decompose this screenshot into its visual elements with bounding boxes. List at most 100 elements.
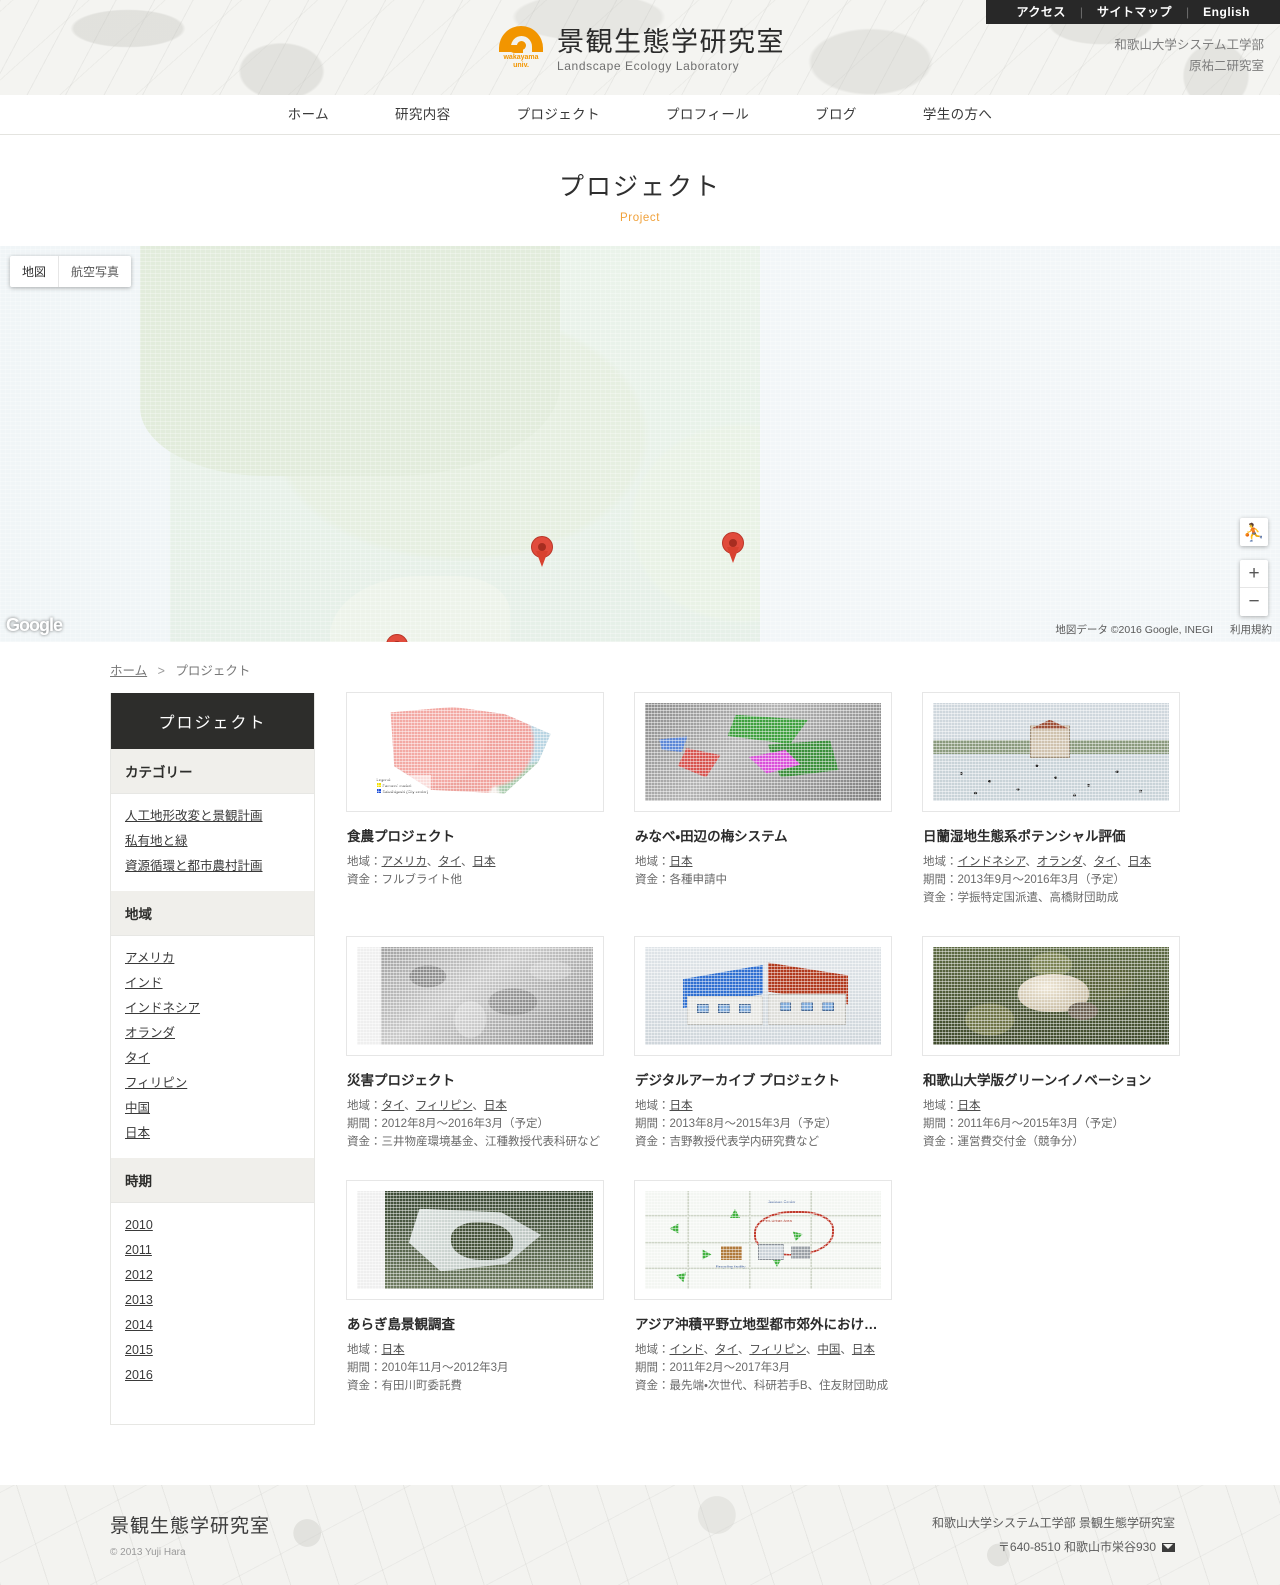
page-subtitle: Project: [0, 212, 1280, 224]
project-card-4[interactable]: デジタルアーカイブ プロジェクト 地域：日本 期間：2013年8月〜2015年3…: [635, 937, 915, 1151]
project-region-2-3[interactable]: 日本: [1128, 856, 1151, 868]
sidebar-item-region-2[interactable]: インドネシア: [125, 996, 300, 1021]
nav-item-research[interactable]: 研究内容: [362, 95, 484, 135]
nav-item-profile[interactable]: プロフィール: [633, 95, 782, 135]
project-card-6[interactable]: あらぎ島景観調査 地域：日本 期間：2010年11月〜2012年3月 資金：有田…: [347, 1181, 627, 1395]
project-thumbnail-green-innovation[interactable]: [923, 937, 1179, 1055]
project-region-5-0[interactable]: 日本: [958, 1100, 981, 1112]
nav-item-blog[interactable]: ブログ: [782, 95, 890, 135]
project-region-0-2[interactable]: 日本: [472, 856, 495, 868]
project-thumbnail-food-agriculture[interactable]: Legend: Farmers' market Sakaihigashi (Ci…: [347, 693, 603, 811]
mail-icon[interactable]: [1162, 1543, 1175, 1552]
sidebar-item-region-6[interactable]: 中国: [125, 1096, 300, 1121]
project-region-7-2[interactable]: フィリピン: [749, 1344, 806, 1356]
sidebar-item-region-7[interactable]: 日本: [125, 1121, 300, 1146]
project-region-row-4: 地域：日本: [635, 1097, 915, 1115]
utilnav-sitemap[interactable]: サイトマップ: [1083, 0, 1186, 24]
sidebar-item-region-3[interactable]: オランダ: [125, 1021, 300, 1046]
project-region-3-0[interactable]: タイ: [382, 1100, 405, 1112]
sidebar-item-period-2012[interactable]: 2012: [125, 1263, 300, 1288]
footer-right: 和歌山大学システム工学部 景観生態学研究室 〒640-8510 和歌山市栄谷93…: [932, 1511, 1175, 1559]
project-region-7-1[interactable]: タイ: [715, 1344, 738, 1356]
project-card-3[interactable]: 災害プロジェクト 地域：タイ、フィリピン、日本 期間：2012年8月〜2016年…: [347, 937, 627, 1151]
sidebar-item-period-2010[interactable]: 2010: [125, 1213, 300, 1238]
map-zoom-controls[interactable]: + −: [1240, 560, 1268, 616]
project-thumbnail-digital-archive[interactable]: [635, 937, 891, 1055]
project-region-7-0[interactable]: インド: [670, 1344, 704, 1356]
project-region-4-0[interactable]: 日本: [670, 1100, 693, 1112]
project-thumbnail-disaster[interactable]: [347, 937, 603, 1055]
project-thumbnail-aragijima[interactable]: [347, 1181, 603, 1299]
sidebar-item-category-2[interactable]: 資源循環と都市農村計画: [125, 854, 300, 879]
project-card-5[interactable]: 和歌山大学版グリーンイノベーション 地域：日本 期間：2011年6月〜2015年…: [923, 937, 1203, 1151]
project-region-1-0[interactable]: 日本: [670, 856, 693, 868]
project-region-row-2: 地域：インドネシア、オランダ、タイ、日本: [923, 853, 1203, 871]
sidebar-item-period-2013[interactable]: 2013: [125, 1288, 300, 1313]
project-thumbnail-periurban[interactable]: Jackson Center Peri-Urban Area Recycling…: [635, 1181, 891, 1299]
project-card-0[interactable]: Legend: Farmers' market Sakaihigashi (Ci…: [347, 693, 627, 907]
nav-item-students[interactable]: 学生の方へ: [890, 95, 1026, 135]
project-region-0-1[interactable]: タイ: [438, 856, 461, 868]
nav-item-home[interactable]: ホーム: [255, 95, 362, 135]
project-region-2-2[interactable]: タイ: [1094, 856, 1117, 868]
project-region-2-0[interactable]: インドネシア: [958, 856, 1026, 868]
map-zoom-in-button[interactable]: +: [1240, 560, 1268, 588]
project-title-4[interactable]: デジタルアーカイブ プロジェクト: [635, 1069, 915, 1089]
sidebar-item-period-2016[interactable]: 2016: [125, 1363, 300, 1388]
map-type-switcher[interactable]: 地図 航空写真: [10, 256, 131, 287]
project-title-2[interactable]: 日蘭湿地生態系ポテンシャル評価: [923, 825, 1203, 845]
project-region-7-3[interactable]: 中国: [817, 1344, 840, 1356]
project-title-1[interactable]: みなべ・田辺の梅システム: [635, 825, 915, 845]
sidebar-item-period-2014[interactable]: 2014: [125, 1313, 300, 1338]
streetview-pegman-icon[interactable]: ⛹: [1240, 518, 1268, 546]
project-thumbnail-minabe-ume[interactable]: [635, 693, 891, 811]
project-title-3[interactable]: 災害プロジェクト: [347, 1069, 627, 1089]
project-region-7-4[interactable]: 日本: [852, 1344, 875, 1356]
sidebar-item-category-0[interactable]: 人工地形改変と景観計画: [125, 804, 300, 829]
project-funding-row-0: 資金：フルブライト他: [347, 871, 627, 889]
map-type-satellite-button[interactable]: 航空写真: [59, 256, 131, 287]
project-region-3-1[interactable]: フィリピン: [416, 1100, 473, 1112]
sidebar-list-region: アメリカ インド インドネシア オランダ タイ フィリピン 中国 日本: [111, 936, 314, 1158]
project-meta-6: 地域：日本 期間：2010年11月〜2012年3月 資金：有田川町委託費: [347, 1341, 627, 1395]
footer-address-line-1: 和歌山大学システム工学部 景観生態学研究室: [932, 1511, 1175, 1535]
sidebar-item-category-1[interactable]: 私有地と緑: [125, 829, 300, 854]
breadcrumb-home-link[interactable]: ホーム: [110, 664, 147, 678]
project-region-6-0[interactable]: 日本: [382, 1344, 405, 1356]
projects-world-map[interactable]: 地図 航空写真 ⛹ + − Google 地図データ ©2016 Google,…: [0, 246, 1280, 642]
map-marker-japan-tokyo[interactable]: [722, 532, 744, 564]
project-region-0-0[interactable]: アメリカ: [382, 856, 427, 868]
project-title-6[interactable]: あらぎ島景観調査: [347, 1313, 627, 1333]
project-region-3-2[interactable]: 日本: [484, 1100, 507, 1112]
sidebar-item-period-2011[interactable]: 2011: [125, 1238, 300, 1263]
project-funding-6: 有田川町委託費: [382, 1380, 463, 1392]
utilnav-english[interactable]: English: [1189, 0, 1264, 24]
breadcrumb-bar: ホーム > プロジェクト: [0, 642, 1280, 693]
project-thumbnail-wetland[interactable]: [923, 693, 1179, 811]
project-card-7[interactable]: Jackson Center Peri-Urban Area Recycling…: [635, 1181, 915, 1395]
map-marker-japan-wakayama[interactable]: [531, 536, 553, 568]
project-title-7[interactable]: アジア沖積平野立地型都市郊外におけ…: [635, 1313, 915, 1333]
site-brand[interactable]: wakayama univ. 景観生態学研究室 Landscape Ecolog…: [495, 26, 785, 73]
project-region-2-1[interactable]: オランダ: [1037, 856, 1082, 868]
project-card-2[interactable]: 日蘭湿地生態系ポテンシャル評価 地域：インドネシア、オランダ、タイ、日本 期間：…: [923, 693, 1203, 907]
project-period-row-5: 期間：2011年6月〜2015年3月（予定）: [923, 1115, 1203, 1133]
utilnav-access[interactable]: アクセス: [1002, 0, 1079, 24]
map-marker-india[interactable]: [386, 634, 408, 642]
sidebar-item-period-2015[interactable]: 2015: [125, 1338, 300, 1363]
project-meta-2: 地域：インドネシア、オランダ、タイ、日本 期間：2013年9月〜2016年3月（…: [923, 853, 1203, 907]
project-card-1[interactable]: みなべ・田辺の梅システム 地域：日本 資金：各種申請中: [635, 693, 915, 907]
sidebar-item-region-0[interactable]: アメリカ: [125, 946, 300, 971]
sidebar-item-region-1[interactable]: インド: [125, 971, 300, 996]
nav-item-project[interactable]: プロジェクト: [484, 95, 633, 135]
project-period-7: 2011年2月〜2017年3月: [670, 1362, 791, 1374]
project-title-0[interactable]: 食農プロジェクト: [347, 825, 627, 845]
project-meta-7: 地域：インド、タイ、フィリピン、中国、日本 期間：2011年2月〜2017年3月…: [635, 1341, 915, 1395]
project-title-5[interactable]: 和歌山大学版グリーンイノベーション: [923, 1069, 1203, 1089]
sidebar-item-region-4[interactable]: タイ: [125, 1046, 300, 1071]
map-type-map-button[interactable]: 地図: [10, 256, 59, 287]
sidebar-item-region-5[interactable]: フィリピン: [125, 1071, 300, 1096]
map-terms-link[interactable]: 利用規約: [1230, 624, 1272, 636]
breadcrumb-arrow: >: [158, 664, 165, 678]
map-zoom-out-button[interactable]: −: [1240, 588, 1268, 616]
